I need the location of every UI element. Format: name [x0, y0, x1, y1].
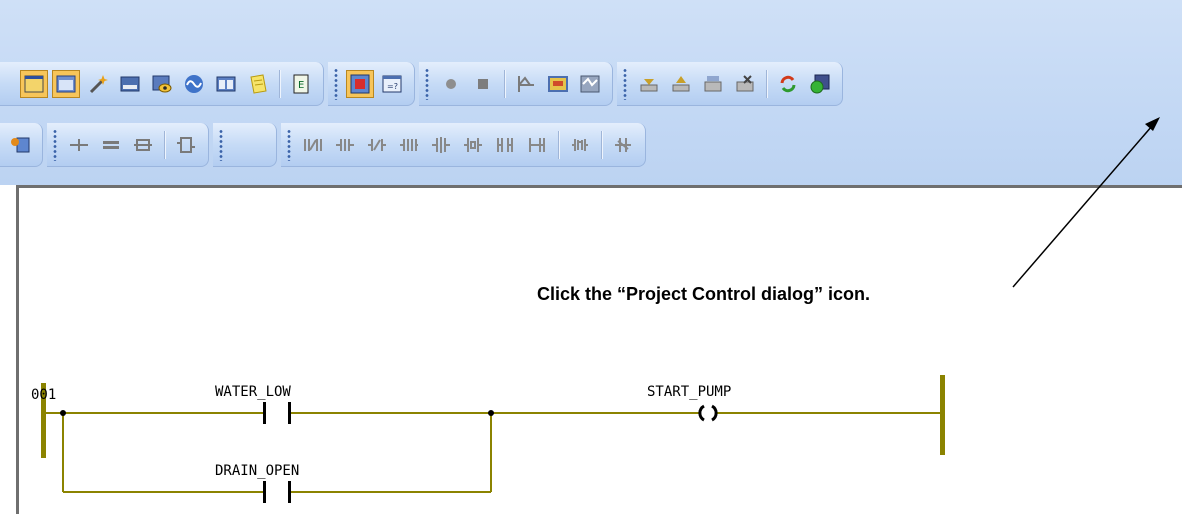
coil-label: START_PUMP [647, 384, 731, 400]
toolbar-separator [558, 130, 559, 159]
coil-reset-icon[interactable] [523, 131, 551, 159]
toolbar-grip[interactable] [623, 67, 627, 100]
junction-dot [60, 410, 66, 416]
svg-text:E: E [298, 80, 304, 91]
refresh-icon[interactable] [774, 70, 802, 98]
scope-icon[interactable] [180, 70, 208, 98]
function-block-icon[interactable] [172, 131, 200, 159]
toolbar-row-2 [0, 121, 650, 169]
toolbar-group-graph [419, 62, 613, 106]
contact-label: DRAIN_OPEN [215, 463, 299, 479]
compile-icon[interactable] [731, 70, 759, 98]
contact-nc-edit-icon[interactable] [299, 131, 327, 159]
keyboard-icon[interactable] [116, 70, 144, 98]
document-icon[interactable]: E [287, 70, 315, 98]
record-icon[interactable] [437, 70, 465, 98]
jump-icon[interactable] [566, 131, 594, 159]
junction-dot [488, 410, 494, 416]
contact-label: WATER_LOW [215, 384, 291, 400]
contact-pos-icon[interactable] [395, 131, 423, 159]
toolbar-grip[interactable] [219, 128, 223, 161]
download-icon[interactable] [635, 70, 663, 98]
toolbar-separator [766, 69, 767, 98]
add-rung-icon[interactable] [65, 131, 93, 159]
svg-text:=?: =? [387, 82, 398, 91]
stop-icon[interactable] [469, 70, 497, 98]
coil-start-pump[interactable] [698, 404, 718, 422]
split-window-icon[interactable] [212, 70, 240, 98]
toolbar-grip[interactable] [53, 128, 57, 161]
instruction-text: Click the “Project Control dialog” icon. [537, 284, 871, 304]
coil-icon[interactable] [459, 131, 487, 159]
wand-icon[interactable] [84, 70, 112, 98]
delete-rung-icon[interactable] [97, 131, 125, 159]
toolbar-group-view: E [0, 62, 324, 106]
contact-drain-open[interactable] [263, 481, 291, 503]
coil-set-icon[interactable] [491, 131, 519, 159]
toolbar-group-ladder [281, 123, 646, 167]
right-power-rail [940, 375, 945, 455]
return-icon[interactable] [609, 131, 637, 159]
watch-icon[interactable] [148, 70, 176, 98]
toolbar-grip[interactable] [425, 67, 429, 100]
project-control-icon[interactable] [806, 70, 834, 98]
window-icon[interactable] [52, 69, 80, 98]
toolbar-group-rung [47, 123, 209, 167]
toolbar-grip[interactable] [287, 128, 291, 161]
toolbar-separator [279, 69, 280, 98]
image-icon[interactable] [544, 70, 572, 98]
toolbar-group-empty [213, 123, 277, 167]
branch-icon[interactable] [129, 131, 157, 159]
project-tree-icon[interactable] [346, 69, 374, 98]
rung-number: 001 [31, 387, 56, 403]
toolbar-group-configure [0, 123, 43, 167]
toolbar-grip[interactable] [334, 67, 338, 100]
graph-icon[interactable] [512, 70, 540, 98]
dialog-icon[interactable]: =? [378, 70, 406, 98]
toolbar-separator [601, 130, 602, 159]
open-window-icon[interactable] [20, 69, 48, 98]
contact-nc-icon[interactable] [363, 131, 391, 159]
notes-icon[interactable] [244, 70, 272, 98]
configure-icon[interactable] [6, 131, 34, 159]
compare-icon[interactable] [699, 70, 727, 98]
contact-neg-icon[interactable] [427, 131, 455, 159]
toolbar-group-transfer [617, 62, 843, 106]
toolbar-area: E =? [0, 0, 1182, 185]
contact-water-low[interactable] [263, 402, 291, 424]
diagnostic-icon[interactable] [576, 70, 604, 98]
toolbar-separator [164, 130, 165, 159]
toolbar-separator [504, 69, 505, 98]
ladder-diagram: 001 WATER_LOW DRAIN_OPEN START_PUMP [31, 375, 945, 503]
rung-wire [46, 412, 940, 493]
upload-icon[interactable] [667, 70, 695, 98]
ladder-editor[interactable]: 001 WATER_LOW DRAIN_OPEN START_PUMP [16, 185, 1182, 514]
toolbar-row-1: E =? [0, 60, 847, 108]
contact-no-icon[interactable] [331, 131, 359, 159]
toolbar-group-project: =? [328, 62, 415, 106]
